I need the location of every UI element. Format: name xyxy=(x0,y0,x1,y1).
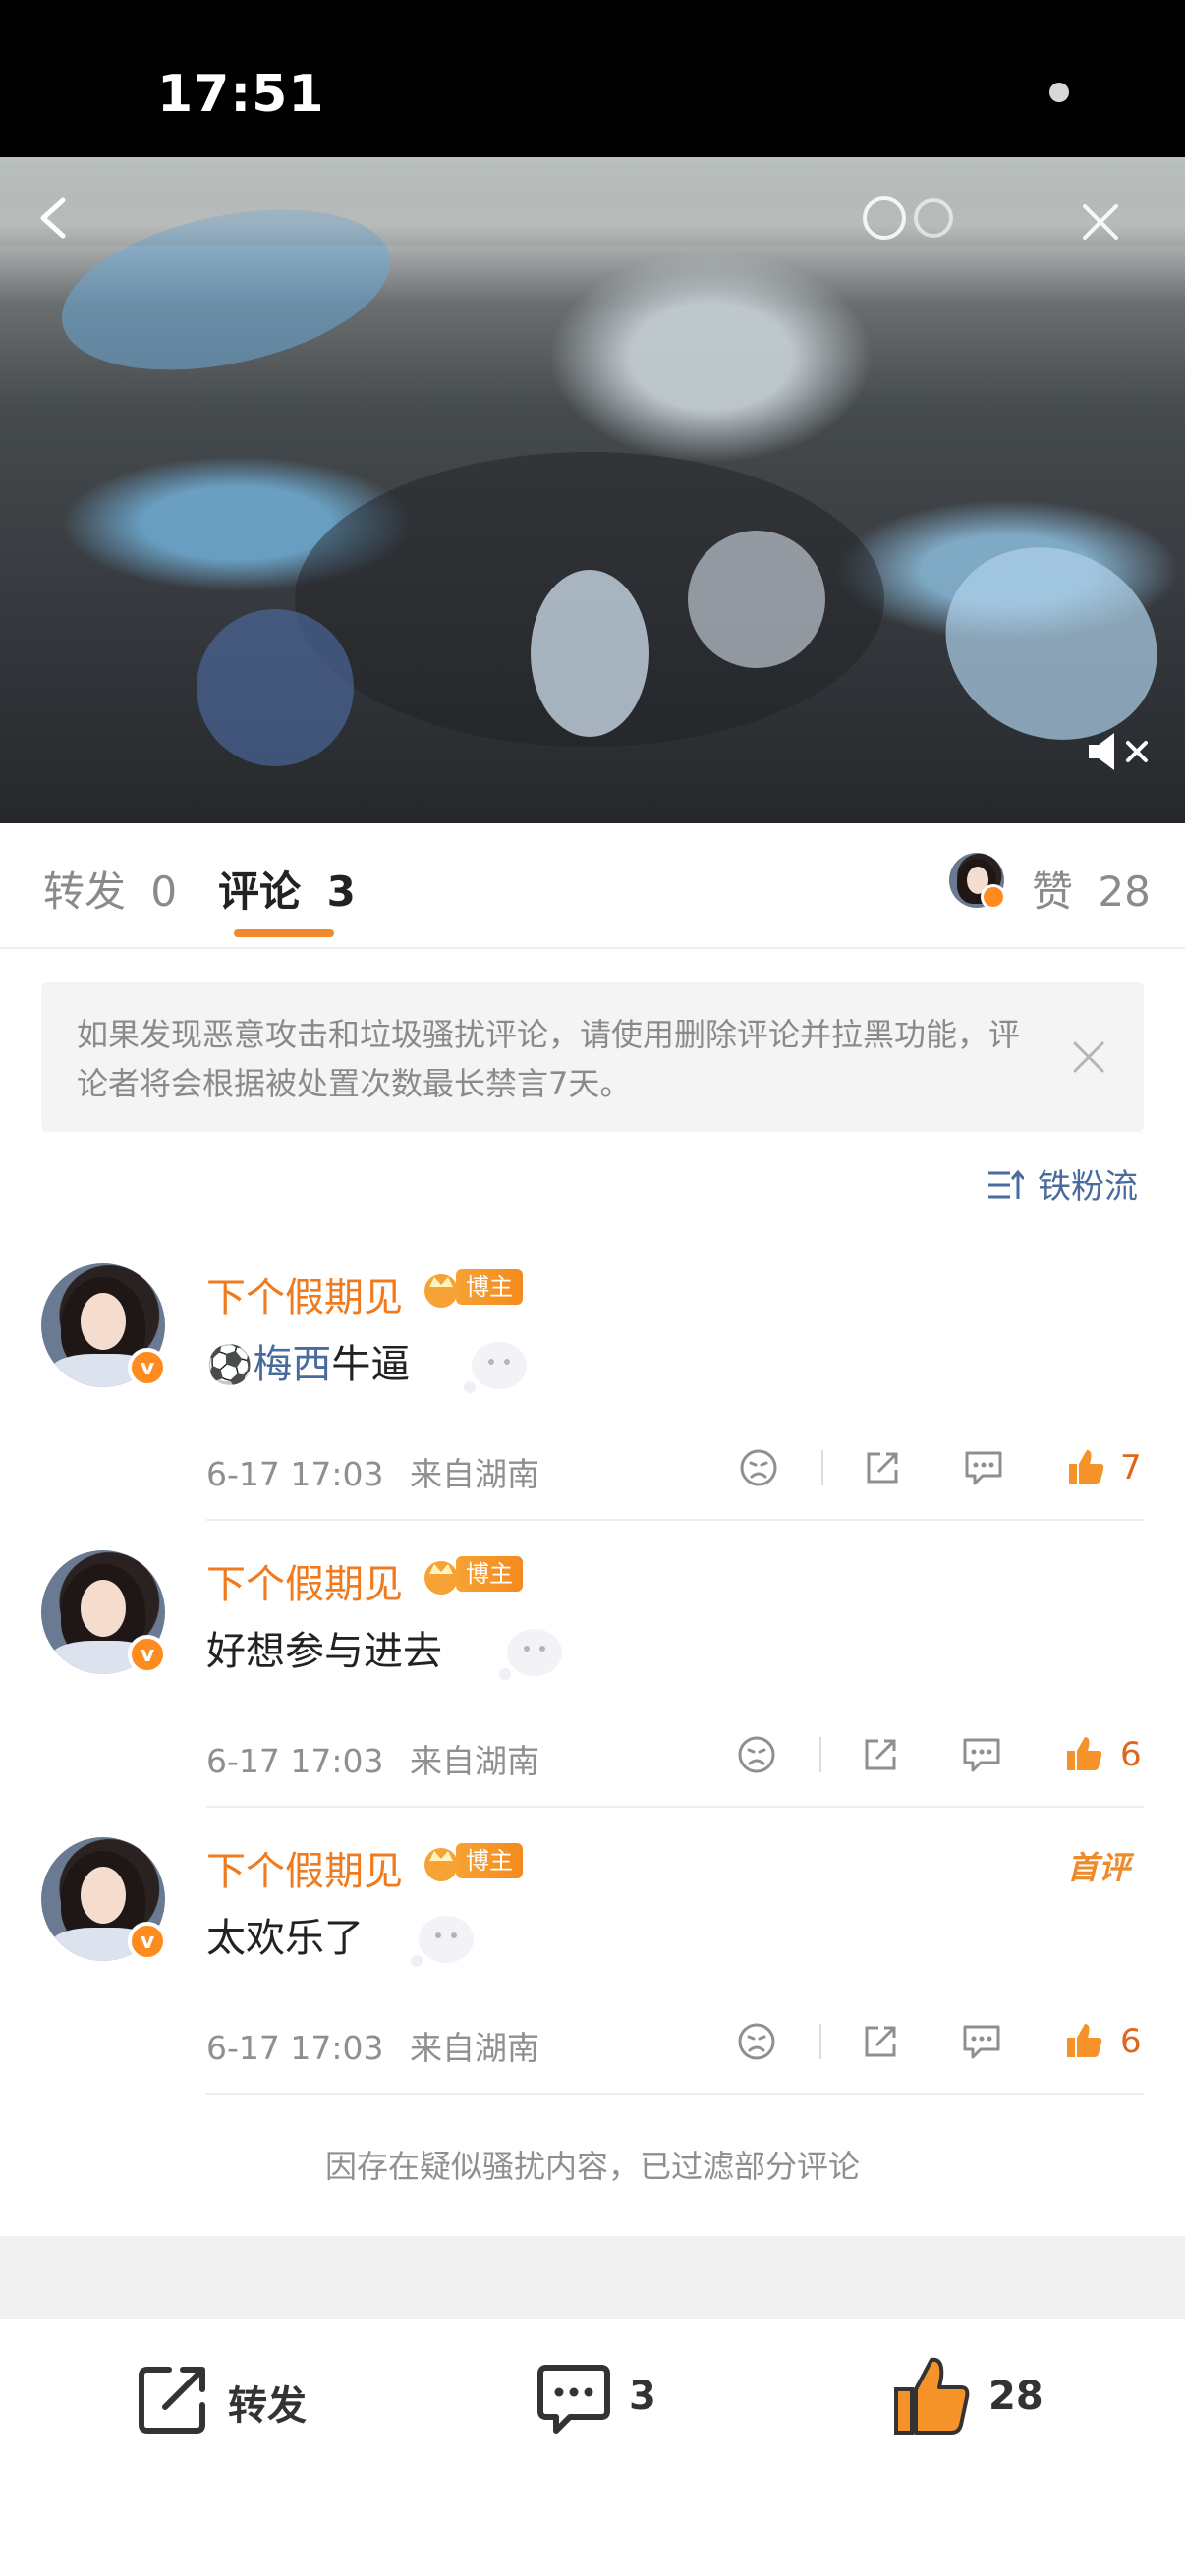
dislike-icon[interactable] xyxy=(739,1448,778,1487)
tab-likes[interactable]: 赞 28 xyxy=(1032,859,1151,919)
video-player[interactable] xyxy=(0,157,1185,823)
comment-location: 来自湖南 xyxy=(410,2029,539,2067)
comment-count: 3 xyxy=(629,2374,656,2419)
tab-likes-count: 28 xyxy=(1098,868,1151,916)
comment-divider xyxy=(206,1806,1144,1808)
comment-body: 太欢乐了 xyxy=(206,1916,364,1961)
tab-likes-label: 赞 xyxy=(1032,868,1074,916)
mute-icon[interactable] xyxy=(1085,727,1154,776)
like-button-icon[interactable] xyxy=(892,2354,971,2436)
comment-meta: 6-17 17:03 来自湖南 xyxy=(206,1735,539,1782)
dislike-icon[interactable] xyxy=(737,1735,776,1774)
reply-icon[interactable] xyxy=(961,2022,1002,2061)
commenter-name[interactable]: 下个假期见 xyxy=(206,1552,403,1609)
verified-badge-icon: v xyxy=(128,1922,167,1961)
sort-fans-label[interactable]: 铁粉流 xyxy=(1038,1159,1138,1207)
verified-badge-icon: v xyxy=(128,1348,167,1387)
comment-time: 6-17 17:03 xyxy=(206,1455,384,1493)
share-icon[interactable] xyxy=(863,1448,902,1487)
comment-divider xyxy=(206,1519,1144,1521)
comment-location: 来自湖南 xyxy=(410,1455,539,1493)
first-comment-badge: 首评 xyxy=(1067,1849,1131,1886)
action-separator xyxy=(819,1737,821,1772)
filtered-comments-note: 因存在疑似骚扰内容，已过滤部分评论 xyxy=(324,2148,860,2185)
section-spacer xyxy=(0,2236,1185,2319)
tab-comment[interactable]: 评论 3 xyxy=(218,859,356,919)
comment-meta: 6-17 17:03 来自湖南 xyxy=(206,2022,539,2069)
tab-comment-count: 3 xyxy=(326,868,356,916)
comment-text: 好想参与进去 xyxy=(206,1619,442,1676)
tab-bar xyxy=(0,823,1185,949)
sort-icon[interactable] xyxy=(987,1167,1024,1203)
commenter-name[interactable]: 下个假期见 xyxy=(206,1265,403,1322)
blogger-badge: 博主 xyxy=(456,1556,523,1592)
comment-body: 好想参与进去 xyxy=(206,1629,442,1674)
share-icon[interactable] xyxy=(861,1735,900,1774)
blogger-badge: 博主 xyxy=(456,1843,523,1878)
comment-icon[interactable] xyxy=(535,2362,613,2438)
share-icon[interactable] xyxy=(861,2022,900,2061)
verified-badge-icon: v xyxy=(128,1635,167,1674)
repost-icon[interactable] xyxy=(136,2362,212,2436)
tab-repost-count: 0 xyxy=(150,868,178,916)
tab-repost[interactable]: 转发 0 xyxy=(43,859,177,919)
notice-text: 如果发现恶意攻击和垃圾骚扰评论，请使用删除评论并拉黑功能，评论者将会根据被处置次… xyxy=(77,1016,1021,1102)
soccer-ball-icon: ⚽ xyxy=(206,1343,254,1386)
reply-icon[interactable] xyxy=(963,1448,1004,1487)
bubble-decoration-icon xyxy=(411,1916,474,1967)
comment-body: 牛逼 xyxy=(331,1342,411,1387)
bottom-action-bar xyxy=(0,2319,1185,2576)
comment-divider xyxy=(206,2093,1144,2095)
comment-time: 6-17 17:03 xyxy=(206,1742,384,1780)
bubble-decoration-icon xyxy=(464,1342,527,1393)
comment-time: 6-17 17:03 xyxy=(206,2029,384,2067)
verified-badge-icon xyxy=(981,884,1006,910)
status-time: 17:51 xyxy=(157,65,325,124)
tab-comment-label: 评论 xyxy=(218,868,302,916)
bubble-decoration-icon xyxy=(499,1629,562,1680)
repost-button-label[interactable]: 转发 xyxy=(228,2374,307,2431)
comment-text: 太欢乐了 xyxy=(206,1906,364,1963)
like-icon[interactable] xyxy=(1063,2020,1104,2061)
active-tab-indicator xyxy=(234,929,334,937)
commenter-name[interactable]: 下个假期见 xyxy=(206,1839,403,1896)
comment-like-count: 6 xyxy=(1120,2022,1142,2061)
close-notice-icon[interactable] xyxy=(1071,1039,1106,1075)
like-icon[interactable] xyxy=(1063,1733,1104,1774)
action-separator xyxy=(821,1450,823,1485)
comment-location: 来自湖南 xyxy=(410,1742,539,1780)
status-indicator-icon xyxy=(1049,83,1069,102)
blogger-badge: 博主 xyxy=(456,1269,523,1305)
comment-text: ⚽梅西牛逼 xyxy=(206,1332,410,1389)
video-menu-icon[interactable] xyxy=(855,189,973,248)
like-count: 28 xyxy=(988,2374,1044,2419)
comment-like-count: 6 xyxy=(1120,1735,1142,1774)
action-separator xyxy=(819,2024,821,2059)
dislike-icon[interactable] xyxy=(737,2022,776,2061)
tab-repost-label: 转发 xyxy=(43,868,127,916)
back-icon[interactable] xyxy=(33,196,77,240)
like-icon[interactable] xyxy=(1065,1446,1106,1487)
close-icon[interactable] xyxy=(1077,198,1124,246)
comment-like-count: 7 xyxy=(1120,1448,1142,1487)
hashtag-link[interactable]: 梅西 xyxy=(253,1342,331,1387)
reply-icon[interactable] xyxy=(961,1735,1002,1774)
comment-meta: 6-17 17:03 来自湖南 xyxy=(206,1448,539,1495)
